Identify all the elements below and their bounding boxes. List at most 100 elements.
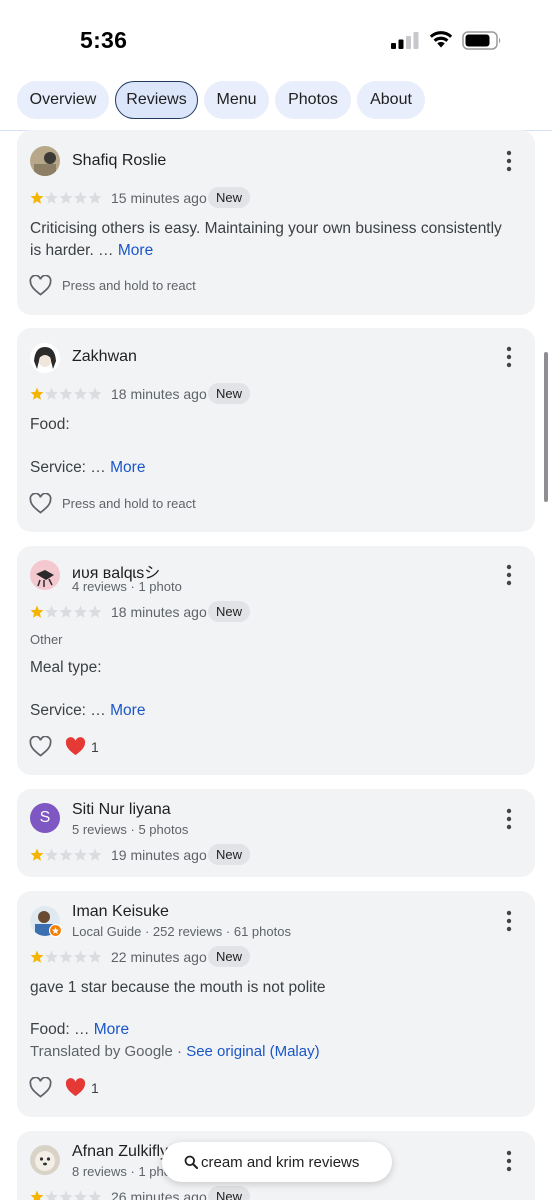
more-link[interactable]: More: [110, 459, 145, 476]
review-time: 18 minutes ago: [111, 386, 207, 402]
wifi-icon: [429, 31, 453, 48]
star-rating: [30, 950, 102, 963]
review-text-line: gave 1 star because the mouth is not pol…: [30, 979, 326, 996]
more-options-icon[interactable]: [501, 1150, 517, 1172]
review-text-line: Food:: [30, 416, 70, 433]
star-empty-icon: [88, 191, 102, 204]
star-empty-icon: [45, 191, 58, 204]
star-filled-icon: [30, 1190, 44, 1200]
reviewer-meta: 4 reviews · 1 photo: [72, 579, 182, 594]
cellular-signal-icon: [391, 32, 419, 49]
star-filled-icon: [30, 387, 44, 400]
avatar[interactable]: S: [30, 803, 60, 833]
star-filled-icon: [30, 848, 44, 861]
more-options-icon[interactable]: [501, 150, 517, 172]
new-badge: New: [208, 601, 251, 622]
see-original-link[interactable]: See original (Malay): [186, 1043, 319, 1060]
star-empty-icon: [59, 387, 73, 400]
star-empty-icon: [59, 1190, 73, 1200]
reviewer-name[interactable]: Shafiq Roslie: [72, 152, 166, 170]
react-prompt: Press and hold to react: [62, 496, 196, 511]
star-empty-icon: [59, 848, 73, 861]
new-badge: New: [208, 187, 251, 208]
star-empty-icon: [74, 605, 87, 618]
star-empty-icon: [88, 848, 102, 861]
more-options-icon[interactable]: [501, 564, 517, 586]
star-empty-icon: [45, 387, 58, 400]
review-card: S Siti Nur liyana 5 reviews · 5 photos 1…: [17, 789, 535, 877]
more-link[interactable]: More: [118, 242, 153, 259]
star-empty-icon: [45, 950, 58, 963]
reviewer-name[interactable]: Afnan Zulkifly: [72, 1143, 168, 1161]
reviewer-meta: Local Guide · 252 reviews · 61 photos: [72, 924, 291, 939]
reaction-count: 1: [91, 1080, 99, 1096]
red-heart-reaction-icon[interactable]: [65, 1078, 86, 1097]
local-guide-badge-icon: [49, 924, 62, 937]
review-time: 19 minutes ago: [111, 847, 207, 863]
reviewer-name[interactable]: Iman Keisuke: [72, 903, 169, 921]
translation-note: Translated by Google · See original (Mal…: [30, 1041, 515, 1063]
review-time: 18 minutes ago: [111, 604, 207, 620]
avatar[interactable]: [30, 906, 62, 937]
review-text-line: Meal type:: [30, 659, 102, 676]
more-options-icon[interactable]: [501, 346, 517, 368]
review-body: Service: …: [30, 702, 106, 719]
review-body: Criticising others is easy. Maintaining …: [30, 220, 502, 259]
reviewer-name[interactable]: Zakhwan: [72, 348, 137, 366]
scrollbar[interactable]: [544, 352, 548, 502]
tab-bar: Overview Reviews Menu Photos About: [0, 79, 552, 131]
search-reviews-button[interactable]: cream and krim reviews: [162, 1142, 392, 1182]
heart-icon[interactable]: [29, 736, 52, 757]
star-filled-icon: [30, 605, 44, 618]
star-empty-icon: [74, 1190, 87, 1200]
avatar[interactable]: [30, 146, 60, 176]
star-rating: [30, 387, 102, 400]
avatar[interactable]: [30, 343, 60, 373]
search-icon: [184, 1155, 198, 1169]
reviewer-name[interactable]: Siti Nur liyana: [72, 801, 171, 819]
star-empty-icon: [88, 605, 102, 618]
star-empty-icon: [59, 950, 73, 963]
tab-photos[interactable]: Photos: [275, 81, 351, 119]
review-card: ᴎᴜᴙ ʙalqɩsシ 4 reviews · 1 photo 18 minut…: [17, 546, 535, 775]
star-empty-icon: [88, 387, 102, 400]
search-pill-label: cream and krim reviews: [201, 1153, 360, 1171]
heart-icon[interactable]: [29, 1077, 52, 1098]
new-badge: New: [208, 1186, 251, 1200]
more-link[interactable]: More: [94, 1021, 129, 1038]
status-time: 5:36: [80, 27, 128, 53]
star-rating: [30, 1190, 102, 1200]
tab-reviews[interactable]: Reviews: [115, 81, 198, 119]
more-options-icon[interactable]: [501, 808, 517, 830]
review-time: 22 minutes ago: [111, 949, 207, 965]
avatar[interactable]: [30, 1145, 60, 1175]
review-text: Food: … More: [30, 1019, 515, 1041]
more-options-icon[interactable]: [501, 910, 517, 932]
star-empty-icon: [74, 848, 87, 861]
star-empty-icon: [88, 1190, 102, 1200]
star-empty-icon: [45, 1190, 58, 1200]
review-time: 26 minutes ago: [111, 1189, 207, 1200]
star-empty-icon: [74, 950, 87, 963]
review-card: Zakhwan 18 minutes ago New Food: Service…: [17, 328, 535, 532]
reviewer-meta: 5 reviews · 5 photos: [72, 822, 189, 837]
star-filled-icon: [30, 950, 44, 963]
battery-icon: [462, 31, 501, 50]
red-heart-reaction-icon[interactable]: [65, 737, 86, 756]
heart-icon[interactable]: [29, 493, 52, 514]
review-body: Service: …: [30, 459, 106, 476]
star-empty-icon: [59, 605, 73, 618]
review-time: 15 minutes ago: [111, 190, 207, 206]
avatar[interactable]: [30, 560, 60, 590]
star-rating: [30, 191, 102, 204]
more-link[interactable]: More: [110, 702, 145, 719]
star-rating: [30, 848, 102, 861]
heart-icon[interactable]: [29, 275, 52, 296]
status-bar: 5:36: [0, 0, 552, 78]
tab-about[interactable]: About: [357, 81, 425, 119]
new-badge: New: [208, 946, 251, 967]
review-text: Criticising others is easy. Maintaining …: [30, 218, 515, 262]
tab-overview[interactable]: Overview: [17, 81, 109, 119]
review-body: Food: …: [30, 1021, 90, 1038]
tab-menu[interactable]: Menu: [204, 81, 269, 119]
